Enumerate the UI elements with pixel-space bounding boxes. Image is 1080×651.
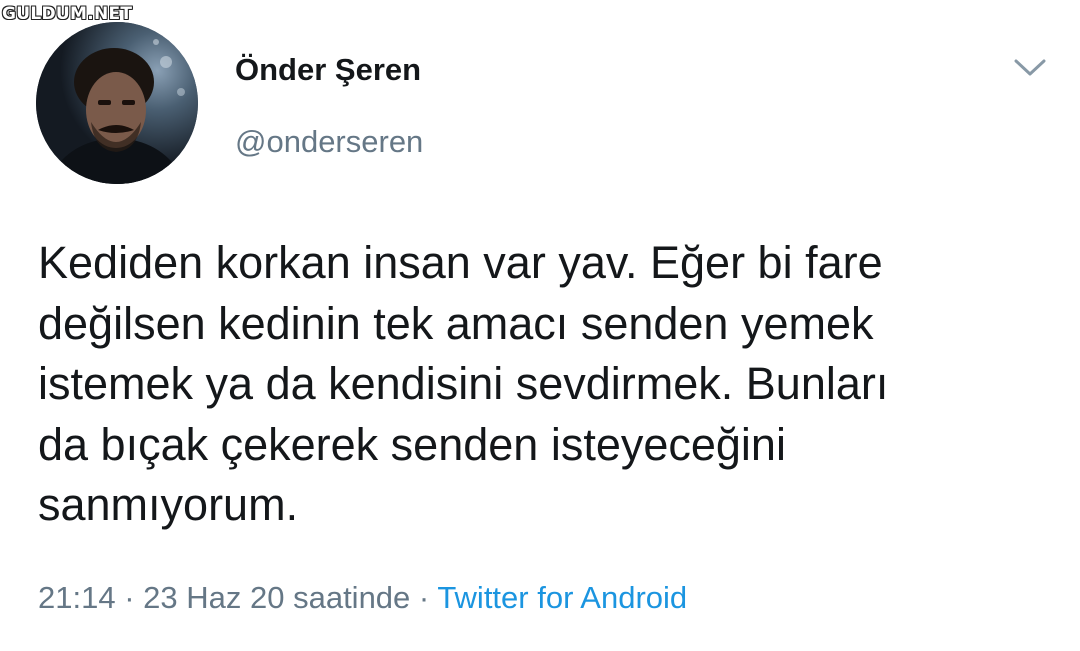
tweet-meta: 21:14 · 23 Haz 20 saatinde · Twitter for… (38, 578, 687, 618)
meta-separator-2: · (418, 580, 430, 615)
tweet-source-link[interactable]: Twitter for Android (437, 580, 687, 615)
tweet-text: Kediden korkan insan var yav. Eğer bi fa… (38, 237, 889, 530)
tweet-time[interactable]: 21:14 (38, 580, 116, 615)
watermark-logo: GULDUM.NET (2, 4, 133, 24)
chevron-down-icon[interactable] (1010, 52, 1050, 82)
display-name[interactable]: Önder Şeren (235, 50, 421, 90)
meta-separator: · (124, 580, 135, 615)
avatar-image (36, 22, 198, 184)
user-handle[interactable]: @onderseren (235, 122, 423, 162)
tweet-page: GULDUM.NET Önder Şeren @onderseren Kedid… (0, 0, 1080, 651)
tweet-date[interactable]: 23 Haz 20 saatinde (143, 580, 410, 615)
avatar[interactable] (36, 22, 198, 184)
